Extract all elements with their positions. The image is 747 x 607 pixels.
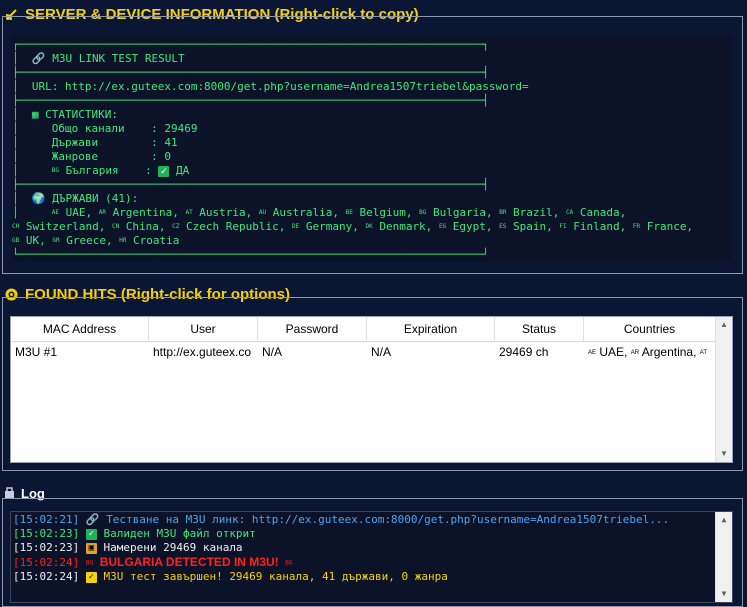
country-name: Canada, xyxy=(573,206,633,219)
country-name: Greece, xyxy=(59,234,120,247)
country-name: China, xyxy=(119,220,173,233)
column-header-mac[interactable]: MAC Address xyxy=(11,317,149,341)
log-entry: [15:02:23] ▣ Намерени 29469 канала xyxy=(13,541,243,554)
country-name: Spain, xyxy=(506,220,560,233)
country-name: Germany, xyxy=(299,220,366,233)
link-icon: 🔗 xyxy=(85,513,100,526)
country-name: UK, xyxy=(19,234,53,247)
country-name: France, xyxy=(640,220,700,233)
country-flag-code: GR xyxy=(52,237,60,244)
country-name: Argentina, xyxy=(105,206,186,219)
log-entry: [15:02:21] 🔗 Тестване на M3U линк: http:… xyxy=(13,513,670,526)
log-entry: [15:02:23] ✓ Валиден M3U файл открит xyxy=(13,527,256,540)
country-flag-code: AR xyxy=(98,209,106,216)
log-entry: [15:02:24] ✓ M3U тест завършен! 29469 ка… xyxy=(13,570,448,583)
globe-icon: 🌍 xyxy=(31,192,46,205)
country-name: Croatia xyxy=(126,234,180,247)
country-name: Bulgaria, xyxy=(426,206,500,219)
checkbox-icon: ✓ xyxy=(85,571,97,583)
server-info-terminal[interactable]: ┌───────────────────────────────────────… xyxy=(12,36,732,262)
check-icon: ✓ xyxy=(85,528,97,540)
column-header-user[interactable]: User xyxy=(149,317,258,341)
scroll-down-icon[interactable]: ▼ xyxy=(716,446,732,462)
log-scrollbar[interactable]: ▲ ▼ xyxy=(715,512,732,602)
table-row[interactable]: M3U #1 http://ex.guteex.co N/A N/A 29469… xyxy=(11,342,716,362)
country-name: UAE, xyxy=(58,206,99,219)
country-flag-code: FR xyxy=(632,223,641,230)
country-flag-code: DK xyxy=(365,223,373,230)
scroll-up-icon[interactable]: ▲ xyxy=(716,317,732,333)
link-icon: 🔗 xyxy=(31,52,46,65)
cell-expiration: N/A xyxy=(371,345,392,359)
column-header-expiration[interactable]: Expiration xyxy=(367,317,495,341)
country-flag-code: AE xyxy=(51,209,59,216)
column-header-password[interactable]: Password xyxy=(258,317,367,341)
cell-password: N/A xyxy=(262,345,283,359)
hits-table-header: MAC Address User Password Expiration Sta… xyxy=(11,317,716,342)
country-name: Switzerland, xyxy=(19,220,112,233)
country-flag-code: FI xyxy=(559,223,567,230)
log-panel[interactable]: [15:02:21] 🔗 Тестване на M3U линк: http:… xyxy=(10,511,733,603)
country-name: Finland, xyxy=(566,220,633,233)
country-flag-code: BE xyxy=(345,209,353,216)
chart-icon: ▦ xyxy=(31,108,39,121)
hits-table[interactable]: MAC Address User Password Expiration Sta… xyxy=(10,316,733,463)
country-flag-code: AT xyxy=(185,209,193,216)
log-entry: [15:02:24] BG BULGARIA DETECTED IN M3U! … xyxy=(13,555,293,569)
scroll-down-icon[interactable]: ▼ xyxy=(716,586,732,602)
country-name: Egypt, xyxy=(446,220,500,233)
table-scrollbar[interactable]: ▲ ▼ xyxy=(715,317,732,462)
country-name: Brazil, xyxy=(506,206,567,219)
check-icon: ✓ xyxy=(158,165,170,177)
country-name: Belgium, xyxy=(352,206,420,219)
country-name: Czech Republic, xyxy=(179,220,292,233)
column-header-countries[interactable]: Countries xyxy=(584,317,716,341)
tv-icon: ▣ xyxy=(85,542,97,554)
cell-user: http://ex.guteex.co xyxy=(153,345,252,359)
cell-mac: M3U #1 xyxy=(15,345,58,359)
country-name: Australia, xyxy=(266,206,346,219)
country-name: Austria, xyxy=(192,206,259,219)
cell-status: 29469 ch xyxy=(499,345,549,359)
scroll-up-icon[interactable]: ▲ xyxy=(716,512,732,528)
country-name: Denmark, xyxy=(372,220,439,233)
cell-countries: AE UAE, AR Argentina, AT xyxy=(588,345,708,359)
column-header-status[interactable]: Status xyxy=(495,317,584,341)
